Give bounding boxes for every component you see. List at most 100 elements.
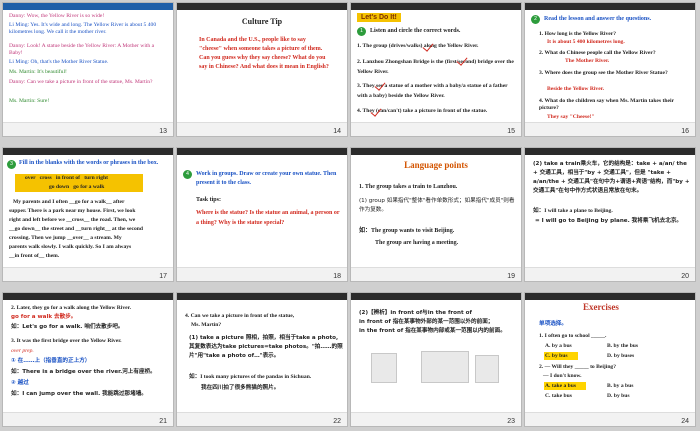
language-point-note: go for a walk 去散步。 <box>11 314 77 320</box>
slide-top-band <box>3 148 173 155</box>
language-point-note: (2) take a train乘火车，它的结构是：take + a/an/ t… <box>533 161 690 194</box>
slide-top-band <box>351 148 521 155</box>
exercise-item: 2. Lanzhou Zhongshan Bridge is the (firs… <box>357 59 514 75</box>
culture-tip-text: In Canada and the U.S., people like to s… <box>199 37 329 70</box>
slide-thumbnail-16[interactable]: 2 Read the lesson and answer the questio… <box>525 3 695 136</box>
exercise-heading: Read the lesson and answer the questions… <box>544 16 652 22</box>
slide-thumbnail-15[interactable]: Let's Do It! 1 Listen and circle the cor… <box>351 3 521 136</box>
option: C. take bus <box>545 393 572 399</box>
slide-thumbnail-17[interactable]: 3 Fill in the blanks with the words or p… <box>3 148 173 281</box>
slide-number: 13 <box>159 128 167 135</box>
slide-top-band <box>177 293 347 300</box>
option: D. by buses <box>607 353 635 359</box>
option: C. by bus <box>545 353 568 359</box>
slide-page-bar: 22 <box>177 412 347 426</box>
passage-line: __go down__ the street and __turn right_… <box>9 226 143 232</box>
example-sentence: 如：I can jump over the wall. 我能跳过那堵墙。 <box>11 391 147 397</box>
example-sentence: 如：There is a bridge over the river.河上有座桥… <box>11 369 156 375</box>
slide-top-band <box>351 293 521 300</box>
dialogue-line: Ms. Martin: Sure! <box>9 98 50 104</box>
passage-line: My parents and I often __go for a walk__… <box>13 199 125 205</box>
slide-thumbnail-13[interactable]: Danny: Wow, the Yellow River is so wide!… <box>3 3 173 136</box>
slide-number: 15 <box>507 128 515 135</box>
slide-thumbnail-19[interactable]: Language points 1. The group takes a tra… <box>351 148 521 281</box>
slide-page-bar: 13 <box>3 122 173 136</box>
slide-title: Culture Tip <box>241 17 283 26</box>
illustration-image <box>371 353 397 383</box>
slide-page-bar: 21 <box>3 412 173 426</box>
question: — I don't know. <box>543 373 582 379</box>
language-point: (2)【辨析】in front of与in the front of <box>359 310 472 316</box>
question: 2. What do Chinese people call the Yello… <box>539 50 656 56</box>
slide-thumbnail-18[interactable]: 4 Work in groups. Draw or create your ow… <box>177 148 347 281</box>
slide-thumbnail-14[interactable]: Culture Tip In Canada and the U.S., peop… <box>177 3 347 136</box>
example-sentence: 如：Let's go for a walk. 咱们去散步吧。 <box>11 324 124 330</box>
slide-top-band <box>177 3 347 10</box>
example-sentence: 如：I will take a plane to Beijing. <box>533 208 613 214</box>
illustration-image <box>421 351 469 383</box>
exercise-number-badge: 2 <box>531 15 540 24</box>
task-tips-label: Task tips: <box>196 197 221 203</box>
option: A. take a bus <box>545 383 577 389</box>
language-point-note: ② 越过 <box>11 380 29 386</box>
passage-line: supper. There is a park near my house. F… <box>9 208 136 214</box>
language-point-note: over prep. <box>11 348 34 354</box>
example-sentence: 如：I took many pictures of the pandas in … <box>189 374 312 380</box>
option: A. by a bus <box>545 343 572 349</box>
task-tips-text: Where is the statue? Is the statue an an… <box>196 210 340 226</box>
example-sentence: The group are having a meeting. <box>375 240 459 246</box>
dialogue-line: Danny: Wow, the Yellow River is so wide! <box>9 13 105 19</box>
slide-number: 23 <box>507 418 515 425</box>
language-point: 4. Can we take a picture in front of the… <box>185 313 295 319</box>
question: 1. How long is the Yellow River? <box>539 31 617 37</box>
answer: Beside the Yellow River. <box>547 86 605 92</box>
slide-thumbnail-21[interactable]: 2. Later, they go for a walk along the Y… <box>3 293 173 426</box>
slide-number: 16 <box>681 128 689 135</box>
slide-number: 19 <box>507 273 515 280</box>
slide-top-band <box>525 293 695 300</box>
slide-top-band <box>3 3 173 10</box>
answer: It is about 5 400 kilometres long. <box>547 39 625 45</box>
slide-page-bar: 17 <box>3 267 173 281</box>
language-point-note: (1) take a picture 照相，拍照，相当于take a photo… <box>189 335 343 359</box>
passage-line: crossing. Then we jump __over__ a stream… <box>9 235 122 241</box>
slide-page-bar: 18 <box>177 267 347 281</box>
slide-page-bar: 24 <box>525 412 695 426</box>
lets-do-it-badge: Let's Do It! <box>357 13 401 22</box>
dialogue-line: Danny: Can we take a picture in front of… <box>9 79 153 85</box>
question: 3. Where does the group see the Mother R… <box>539 70 668 76</box>
slide-top-band <box>525 148 695 155</box>
question: 1. I often go to school _____. <box>539 333 607 339</box>
slide-number: 14 <box>333 128 341 135</box>
slide-number: 24 <box>681 418 689 425</box>
exercise-heading: Work in groups. Draw or create your own … <box>196 171 337 186</box>
dialogue-line: Danny: Look! A statue beside the Yellow … <box>9 43 155 56</box>
slide-thumbnail-23[interactable]: (2)【辨析】in front of与in the front of in fr… <box>351 293 521 426</box>
language-point-note: in the front of 指在某事物内部或某一范围以内的前面。 <box>359 328 506 334</box>
section-label: 单项选择。 <box>539 321 567 327</box>
slide-number: 18 <box>333 273 341 280</box>
slide-thumbnail-22[interactable]: 4. Can we take a picture in front of the… <box>177 293 347 426</box>
option: D. by bus <box>607 393 630 399</box>
slide-thumbnail-20[interactable]: (2) take a train乘火车，它的结构是：take + a/an/ t… <box>525 148 695 281</box>
language-point: Ms. Martin? <box>191 322 222 328</box>
slide-number: 22 <box>333 418 341 425</box>
exercise-number-badge: 4 <box>183 170 192 179</box>
slide-thumbnail-24[interactable]: Exercises 单项选择。 1. I often go to school … <box>525 293 695 426</box>
check-mark-icon <box>370 105 382 117</box>
exercise-heading: Fill in the blanks with the words or phr… <box>19 160 159 166</box>
passage-line: __in front of__ them. <box>9 253 60 259</box>
language-point-note: ① 在……上（指垂直的正上方） <box>11 358 91 364</box>
slide-page-bar: 23 <box>351 412 521 426</box>
slide-number: 20 <box>681 273 689 280</box>
exercise-number-badge: 1 <box>357 27 366 36</box>
example-sentence: 如：The group wants to visit Beijing. <box>359 228 455 234</box>
slide-page-bar: 16 <box>525 122 695 136</box>
answer: They say "Cheese!" <box>547 114 595 120</box>
passage-line: right and left before we __cross__ the r… <box>9 217 136 223</box>
exercise-heading: Listen and circle the correct words. <box>370 28 461 34</box>
slide-number: 21 <box>159 418 167 425</box>
language-point-note: (1) group 如果指代"整体"看作单数形式；如果指代"成员"则看作为复数。 <box>359 198 515 213</box>
illustration-image <box>475 355 499 383</box>
slide-page-bar: 19 <box>351 267 521 281</box>
